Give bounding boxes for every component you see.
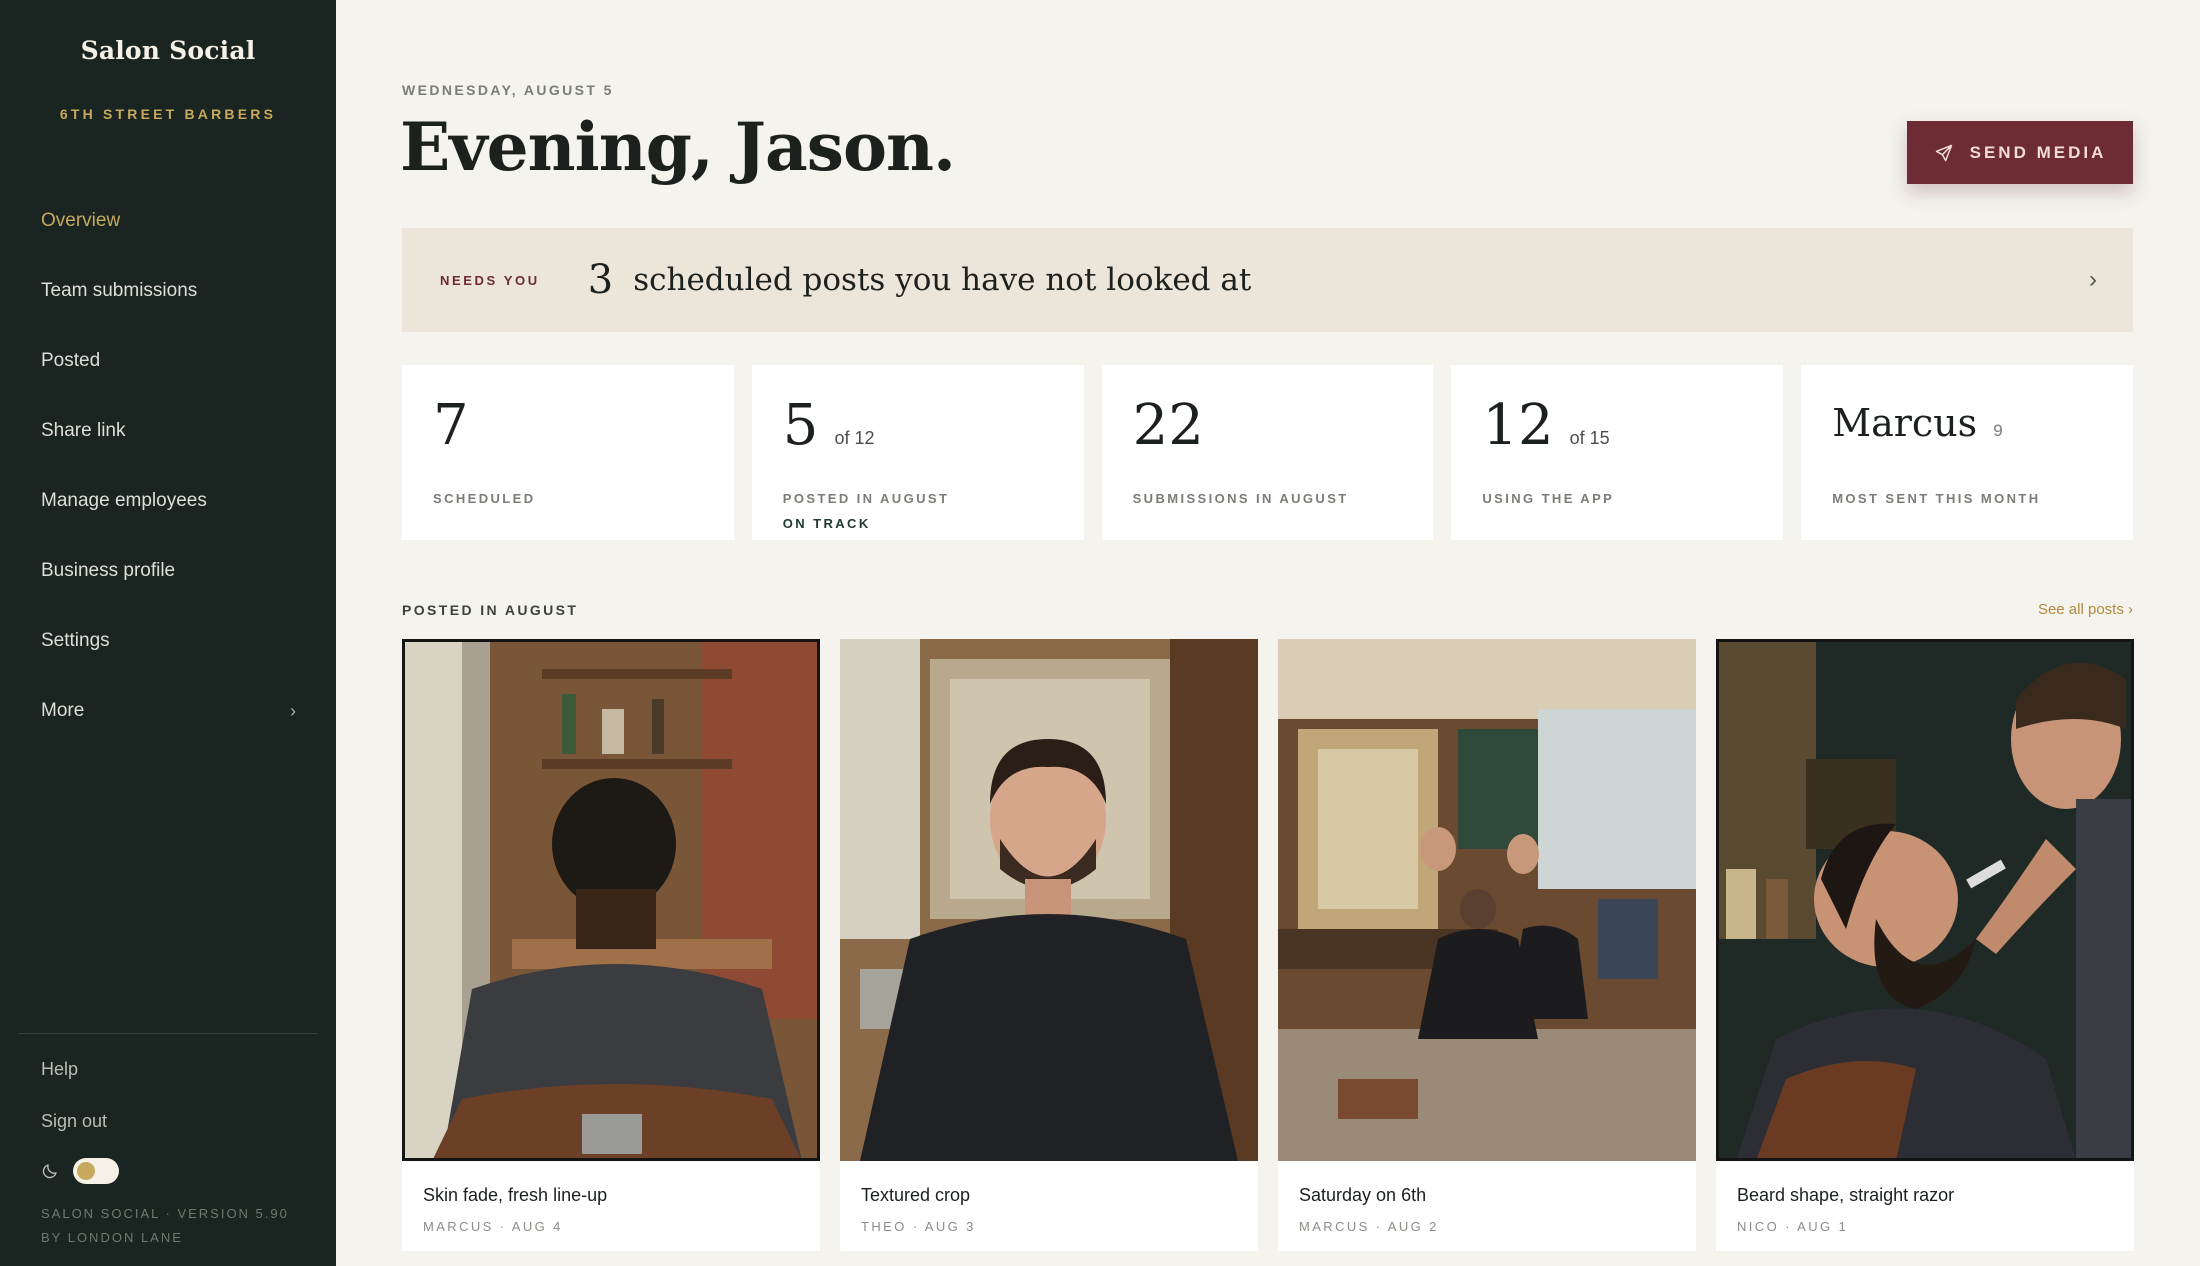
- post-title: Beard shape, straight razor: [1737, 1185, 1955, 1205]
- section-title: POSTED IN AUGUST: [402, 602, 579, 618]
- chevron-right-icon: ›: [290, 700, 296, 721]
- stat-total: of 12: [834, 428, 875, 448]
- post-meta: THEO · AUG 3: [861, 1219, 976, 1234]
- stat-total: of 15: [1569, 428, 1610, 448]
- photo-textured-crop: [840, 639, 1258, 1161]
- needs-tag: NEEDS YOU: [440, 272, 540, 288]
- stat-card-app-usage[interactable]: 12 of 15 USING THE APP: [1451, 365, 1784, 540]
- post-title: Saturday on 6th: [1299, 1185, 1427, 1205]
- post-title: Textured crop: [861, 1185, 971, 1205]
- post-meta: MARCUS · AUG 2: [1299, 1219, 1439, 1234]
- stat-number: 12: [1482, 393, 1554, 458]
- post-meta: NICO · AUG 1: [1737, 1219, 1849, 1234]
- stat-card-posted[interactable]: 5 of 12 POSTED IN AUGUST ON TRACK: [751, 365, 1084, 540]
- post-photo: [402, 639, 820, 1161]
- sidebar-item-manage-employees[interactable]: Manage employees: [0, 466, 336, 536]
- stat-card-top-sender[interactable]: Marcus 9 MOST SENT THIS MONTH: [1801, 365, 2133, 540]
- stat-label: SUBMISSIONS IN AUGUST: [1132, 491, 1349, 506]
- photo-beard-shape: [1716, 639, 2134, 1161]
- post-card[interactable]: Skin fade, fresh line-up MARCUS · AUG 4: [402, 639, 820, 1251]
- stat-value: 12 of 15: [1482, 393, 1609, 458]
- stat-label: POSTED IN AUGUST: [782, 491, 950, 506]
- send-icon: [1935, 144, 1952, 161]
- stat-name: Marcus: [1832, 401, 1978, 445]
- sidebar-item-label: Manage employees: [41, 490, 207, 511]
- credit-line: BY LONDON LANE: [41, 1230, 183, 1245]
- theme-row: [41, 1158, 119, 1184]
- current-date: WEDNESDAY, AUGUST 5: [402, 82, 614, 98]
- stat-label: USING THE APP: [1482, 491, 1615, 506]
- sidebar-item-label: More: [41, 700, 85, 721]
- post-photo: [1716, 639, 2134, 1161]
- theme-toggle[interactable]: [73, 1158, 119, 1184]
- stat-number: 7: [433, 393, 469, 458]
- photo-saturday-on-6th: [1278, 639, 1696, 1161]
- sidebar-item-share-link[interactable]: Share link: [0, 396, 336, 466]
- post-card[interactable]: Beard shape, straight razor NICO · AUG 1: [1716, 639, 2134, 1251]
- stat-label: MOST SENT THIS MONTH: [1832, 491, 2041, 506]
- stat-number: 5: [782, 393, 819, 458]
- greeting-title: Evening, Jason.: [400, 108, 956, 186]
- needs-text: scheduled posts you have not looked at: [633, 262, 1252, 298]
- sidebar-divider: [18, 1033, 318, 1034]
- post-photo: [840, 639, 1258, 1161]
- sidebar-item-label: Overview: [41, 210, 121, 231]
- post-title: Skin fade, fresh line-up: [423, 1185, 608, 1205]
- stat-card-submissions[interactable]: 22 SUBMISSIONS IN AUGUST: [1101, 365, 1434, 540]
- post-card[interactable]: Saturday on 6th MARCUS · AUG 2: [1278, 639, 1696, 1251]
- needs-count: 3: [587, 257, 614, 303]
- stat-value: Marcus 9: [1832, 401, 2002, 445]
- sidebar-item-label: Team submissions: [41, 280, 198, 301]
- stat-label: SCHEDULED: [433, 491, 536, 506]
- status-badge: ON TRACK: [782, 516, 871, 531]
- brand-name[interactable]: Salon Social: [0, 36, 336, 65]
- shop-name: 6TH STREET BARBERS: [59, 106, 277, 122]
- post-photo: [1278, 639, 1696, 1161]
- help-link[interactable]: Help: [41, 1059, 78, 1080]
- posts-grid: Skin fade, fresh line-up MARCUS · AUG 4 …: [402, 639, 2134, 1251]
- stat-value: 22: [1133, 393, 1204, 458]
- sign-out-link[interactable]: Sign out: [41, 1111, 107, 1132]
- stat-count: 9: [1993, 421, 2003, 440]
- stat-value: 5 of 12: [783, 393, 875, 458]
- sidebar-item-label: Settings: [41, 630, 110, 651]
- sidebar-item-settings[interactable]: Settings: [0, 606, 336, 676]
- sidebar-item-more[interactable]: More ›: [0, 676, 336, 746]
- chevron-right-icon: ›: [2089, 266, 2097, 293]
- post-meta: MARCUS · AUG 4: [423, 1219, 563, 1234]
- sidebar-item-overview[interactable]: Overview: [0, 186, 336, 256]
- stat-card-scheduled[interactable]: 7 SCHEDULED: [402, 365, 734, 540]
- stat-number: 22: [1132, 393, 1204, 458]
- post-card[interactable]: Textured crop THEO · AUG 3: [840, 639, 1258, 1251]
- sidebar-item-business-profile[interactable]: Business profile: [0, 536, 336, 606]
- sidebar-item-team-submissions[interactable]: Team submissions: [0, 256, 336, 326]
- moon-icon: [42, 1164, 57, 1179]
- sidebar-item-label: Business profile: [41, 560, 176, 581]
- photo-skin-fade: [402, 639, 820, 1161]
- sidebar-item-label: Posted: [41, 350, 101, 371]
- stats-row: 7 SCHEDULED 5 of 12 POSTED IN AUGUST ON T…: [402, 365, 2133, 540]
- send-media-label: SEND MEDIA: [1969, 142, 2107, 162]
- send-media-button[interactable]: SEND MEDIA: [1907, 121, 2133, 184]
- version-line: SALON SOCIAL · VERSION 5.90: [41, 1206, 289, 1221]
- toggle-knob: [77, 1162, 95, 1180]
- sidebar-item-label: Share link: [41, 420, 126, 441]
- sidebar-nav: Overview Team submissions Posted Share l…: [0, 186, 336, 746]
- version-info: SALON SOCIAL · VERSION 5.90 BY LONDON LA…: [41, 1202, 289, 1250]
- see-all-posts-link[interactable]: See all posts ›: [1960, 601, 2133, 618]
- sidebar: Salon Social 6TH STREET BARBERS Overview…: [0, 0, 336, 1266]
- sidebar-item-posted[interactable]: Posted: [0, 326, 336, 396]
- needs-attention-banner[interactable]: NEEDS YOU 3 scheduled posts you have not…: [402, 228, 2133, 332]
- stat-value: 7: [433, 393, 469, 458]
